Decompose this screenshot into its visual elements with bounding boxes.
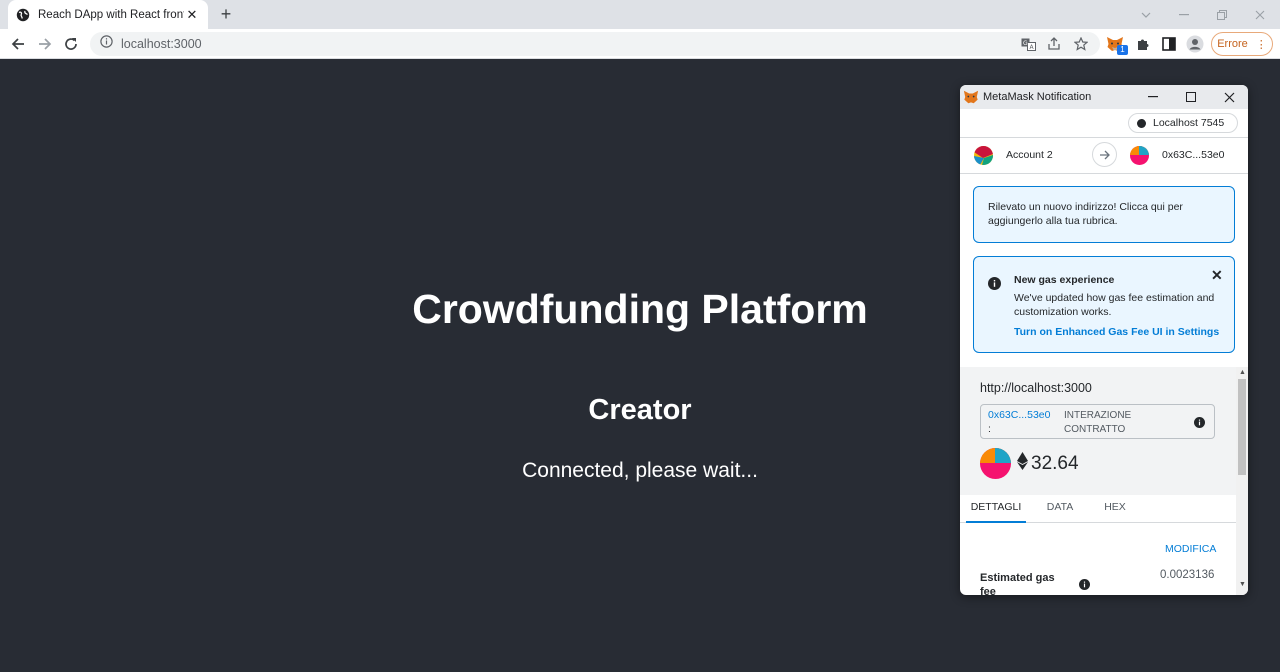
tab-hex[interactable]: HEX: [1098, 495, 1132, 523]
metamask-fox-icon: [963, 90, 979, 104]
restore-icon[interactable]: [1210, 0, 1234, 29]
amount-value: 32.64: [1031, 452, 1079, 474]
sidepanel-icon[interactable]: [1160, 35, 1178, 53]
forward-arrow-icon[interactable]: [34, 33, 56, 55]
edit-gas-link[interactable]: MODIFICA: [1165, 543, 1216, 555]
info-icon[interactable]: [100, 35, 113, 53]
arrow-right-icon: [1092, 142, 1117, 167]
divider: [960, 173, 1248, 174]
sender-account[interactable]: Account 2: [974, 145, 1104, 165]
sender-name: Account 2: [1006, 149, 1053, 161]
enhanced-gas-settings-link[interactable]: Turn on Enhanced Gas Fee UI in Settings: [1014, 326, 1219, 338]
window-title: MetaMask Notification: [983, 91, 1092, 103]
notice-text: Rilevato un nuovo indirizzo! Clicca qui …: [988, 201, 1183, 227]
gas-banner-title: New gas experience: [1014, 274, 1115, 286]
network-status-dot: [1137, 118, 1146, 128]
tab-title: Reach DApp with React frontend: [38, 8, 184, 21]
address-bar[interactable]: localhost:3000 GA: [90, 32, 1100, 56]
scrollbar-thumb[interactable]: [1238, 379, 1246, 475]
browser-tab-strip: Reach DApp with React frontend ✕ +: [0, 0, 1280, 29]
info-icon: [988, 277, 1001, 290]
account-avatar: [974, 145, 993, 165]
info-icon[interactable]: [1079, 579, 1090, 590]
metamask-titlebar: MetaMask Notification: [960, 85, 1248, 109]
recipient-account[interactable]: 0x63C...53e0: [1130, 145, 1240, 165]
network-label: Localhost 7545: [1153, 117, 1225, 129]
new-address-notice[interactable]: Rilevato un nuovo indirizzo! Clicca qui …: [973, 186, 1235, 243]
estimated-gas-fee-value: 0.0023136: [1160, 569, 1215, 581]
chevron-down-icon[interactable]: [1134, 0, 1158, 29]
transaction-amount: 32.64: [980, 448, 1079, 479]
scroll-down-icon[interactable]: ▼: [1239, 581, 1246, 588]
person-icon[interactable]: [1186, 35, 1204, 53]
origin-url: http://localhost:3000: [980, 381, 1092, 395]
contract-colon: :: [988, 423, 991, 435]
recipient-avatar: [980, 448, 1011, 479]
metamask-popup: MetaMask Notification Localhost 7545 Acc…: [960, 85, 1248, 595]
info-icon[interactable]: [1194, 417, 1205, 428]
profile-label: Errore: [1217, 38, 1248, 50]
share-icon[interactable]: [1046, 36, 1062, 52]
kebab-icon: ⋮: [1255, 38, 1267, 51]
ethereum-icon: [1017, 452, 1028, 475]
browser-tab[interactable]: Reach DApp with React frontend ✕: [8, 0, 208, 29]
svg-text:G: G: [1023, 40, 1028, 47]
gas-experience-banner: New gas experience We've updated how gas…: [973, 256, 1235, 353]
browser-toolbar: localhost:3000 GA 1 Errore ⋮: [0, 29, 1280, 59]
estimated-gas-fee-label: Estimated gas fee: [980, 572, 1055, 595]
tab-details[interactable]: DETTAGLI: [966, 495, 1026, 523]
divider: [960, 137, 1248, 138]
reload-icon[interactable]: [60, 33, 82, 55]
puzzle-icon[interactable]: [1134, 35, 1152, 53]
globe-icon: [16, 8, 30, 22]
extension-badge: 1: [1117, 45, 1128, 55]
contract-address-link[interactable]: 0x63C...53e0: [988, 409, 1050, 421]
back-arrow-icon[interactable]: [7, 33, 29, 55]
close-window-icon[interactable]: [1248, 0, 1272, 29]
minimize-icon[interactable]: [1172, 0, 1196, 29]
detail-tabs: DETTAGLI DATA HEX: [960, 495, 1236, 523]
minimize-icon[interactable]: [1143, 87, 1163, 107]
contract-interaction-label: INTERAZIONE CONTRATTO: [1064, 410, 1132, 435]
close-icon[interactable]: [1219, 87, 1239, 107]
star-icon[interactable]: [1073, 36, 1089, 52]
gas-banner-body: We've updated how gas fee estimation and…: [1014, 292, 1215, 318]
plus-icon[interactable]: +: [216, 4, 236, 24]
close-icon[interactable]: ✕: [1211, 267, 1223, 284]
url-text: localhost:3000: [121, 37, 202, 51]
profile-error-button[interactable]: Errore ⋮: [1211, 32, 1273, 56]
maximize-icon[interactable]: [1181, 87, 1201, 107]
translate-icon[interactable]: GA: [1020, 36, 1036, 52]
recipient-avatar: [1130, 145, 1149, 165]
contract-interaction-box: 0x63C...53e0 : INTERAZIONE CONTRATTO: [980, 404, 1215, 439]
recipient-address: 0x63C...53e0: [1162, 149, 1225, 161]
network-indicator[interactable]: Localhost 7545: [1128, 113, 1238, 133]
scrollbar[interactable]: ▲ ▼: [1236, 367, 1248, 595]
close-icon[interactable]: ✕: [184, 7, 200, 23]
tab-data[interactable]: DATA: [1040, 495, 1080, 523]
scroll-up-icon[interactable]: ▲: [1239, 369, 1246, 376]
